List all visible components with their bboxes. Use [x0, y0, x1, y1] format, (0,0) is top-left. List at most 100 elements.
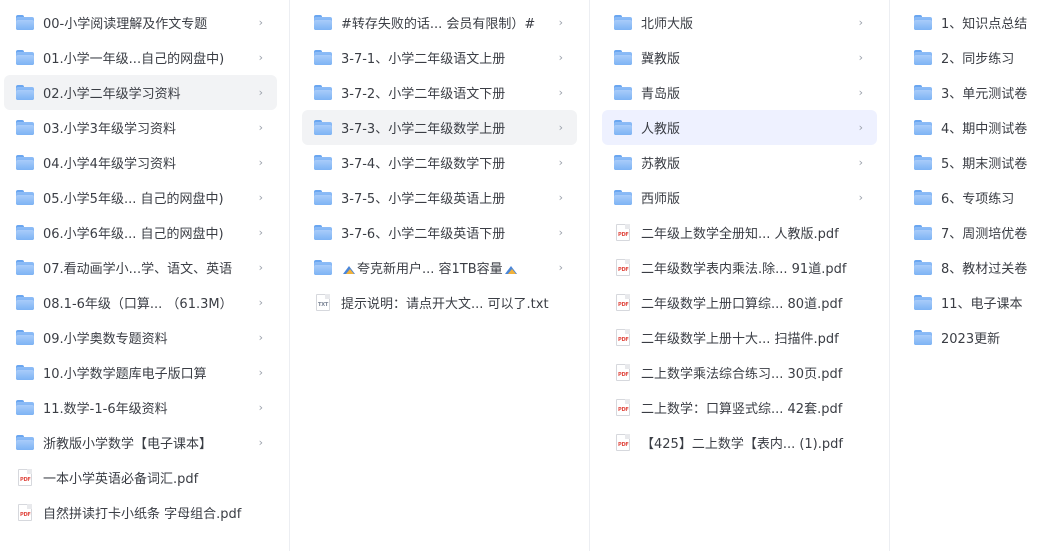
- folder-row[interactable]: 北师大版 ›: [602, 5, 877, 40]
- folder-row[interactable]: 2、同步练习: [902, 40, 1058, 75]
- folder-icon: [16, 365, 34, 380]
- item-name: 3-7-2、小学二年级语文下册: [341, 87, 506, 102]
- folder-row[interactable]: 01.小学一年级...自己的网盘中) ›: [4, 40, 277, 75]
- file-row[interactable]: PDF 二年级上数学全册知... 人教版.pdf: [602, 215, 877, 250]
- folder-icon: [16, 85, 34, 100]
- chevron-right-icon: ›: [258, 121, 263, 134]
- pdf-file-icon: PDF: [616, 434, 630, 451]
- file-row[interactable]: PDF 二上数学：口算竖式综... 42套.pdf: [602, 390, 877, 425]
- folder-row[interactable]: 00-小学阅读理解及作文专题 ›: [4, 5, 277, 40]
- file-row[interactable]: TXT 提示说明：请点开大文... 可以了.txt: [302, 285, 577, 320]
- chevron-right-icon: ›: [858, 156, 863, 169]
- folder-row[interactable]: 苏教版 ›: [602, 145, 877, 180]
- folder-row[interactable]: 1、知识点总结: [902, 5, 1058, 40]
- item-name: 10.小学数学题库电子版口算: [43, 367, 207, 382]
- folder-icon: [314, 190, 332, 205]
- chevron-right-icon: ›: [858, 51, 863, 64]
- item-name: 05.小学5年级... 自己的网盘中): [43, 192, 224, 207]
- folder-icon: [914, 225, 932, 240]
- item-name: 4、期中测试卷: [941, 122, 1028, 137]
- chevron-right-icon: ›: [558, 156, 563, 169]
- file-row[interactable]: PDF 二年级数学上册十大... 扫描件.pdf: [602, 320, 877, 355]
- item-name: 二年级数学上册十大... 扫描件.pdf: [641, 332, 839, 347]
- item-name: 夸克新用户... 容1TB容量: [341, 258, 555, 277]
- item-name: 3-7-1、小学二年级语文上册: [341, 52, 506, 67]
- folder-row[interactable]: 浙教版小学数学【电子课本】 ›: [4, 425, 277, 460]
- chevron-right-icon: ›: [858, 16, 863, 29]
- chevron-right-icon: ›: [558, 86, 563, 99]
- pdf-file-icon: PDF: [18, 469, 32, 486]
- folder-row[interactable]: 西师版 ›: [602, 180, 877, 215]
- folder-row[interactable]: 11.数学-1-6年级资料 ›: [4, 390, 277, 425]
- folder-row[interactable]: 3、单元测试卷: [902, 75, 1058, 110]
- folder-row[interactable]: 04.小学4年级学习资料 ›: [4, 145, 277, 180]
- item-name: 3-7-6、小学二年级英语下册: [341, 227, 506, 242]
- item-name: 2023更新: [941, 332, 1001, 347]
- item-name: #转存失败的话... 会员有限制）#: [341, 17, 536, 32]
- folder-row[interactable]: 3-7-3、小学二年级数学上册 ›: [302, 110, 577, 145]
- item-name: 北师大版: [641, 17, 694, 32]
- folder-row[interactable]: 09.小学奥数专题资料 ›: [4, 320, 277, 355]
- chevron-right-icon: ›: [558, 16, 563, 29]
- folder-icon: [314, 85, 332, 100]
- folder-row[interactable]: 02.小学二年级学习资料 ›: [4, 75, 277, 110]
- folder-row[interactable]: 8、教材过关卷: [902, 250, 1058, 285]
- folder-row[interactable]: 青岛版 ›: [602, 75, 877, 110]
- folder-row[interactable]: 3-7-2、小学二年级语文下册 ›: [302, 75, 577, 110]
- file-row[interactable]: PDF 二上数学乘法综合练习... 30页.pdf: [602, 355, 877, 390]
- column-4: 1、知识点总结 2、同步练习 3、单元测试卷 4、期中测试卷 5、期末测试卷 6、专项练习…: [890, 0, 1058, 551]
- folder-icon: [914, 120, 932, 135]
- folder-row[interactable]: 10.小学数学题库电子版口算 ›: [4, 355, 277, 390]
- item-name: 自然拼读打卡小纸条 字母组合.pdf: [43, 507, 242, 522]
- folder-row[interactable]: 03.小学3年级学习资料 ›: [4, 110, 277, 145]
- folder-row[interactable]: 3-7-5、小学二年级英语上册 ›: [302, 180, 577, 215]
- file-row[interactable]: PDF 自然拼读打卡小纸条 字母组合.pdf: [4, 495, 277, 530]
- folder-row[interactable]: 2023更新: [902, 320, 1058, 355]
- folder-row[interactable]: 4、期中测试卷: [902, 110, 1058, 145]
- file-row[interactable]: PDF 一本小学英语必备词汇.pdf: [4, 460, 277, 495]
- folder-icon: [314, 120, 332, 135]
- pdf-file-icon: PDF: [616, 224, 630, 241]
- folder-icon: [314, 15, 332, 30]
- item-name: 11、电子课本: [941, 297, 1023, 312]
- folder-row[interactable]: 05.小学5年级... 自己的网盘中) ›: [4, 180, 277, 215]
- item-name: 6、专项练习: [941, 192, 1015, 207]
- folder-row[interactable]: 3-7-6、小学二年级英语下册 ›: [302, 215, 577, 250]
- folder-row[interactable]: 11、电子课本: [902, 285, 1058, 320]
- folder-row[interactable]: 08.1-6年级（口算... （61.3M） ›: [4, 285, 277, 320]
- folder-row[interactable]: 5、期末测试卷: [902, 145, 1058, 180]
- folder-icon: [914, 50, 932, 65]
- file-row[interactable]: PDF 二年级数学表内乘法.除... 91道.pdf: [602, 250, 877, 285]
- folder-icon: [314, 50, 332, 65]
- column-2: #转存失败的话... 会员有限制）# › 3-7-1、小学二年级语文上册 › 3-7-2…: [290, 0, 590, 551]
- folder-row[interactable]: 冀教版 ›: [602, 40, 877, 75]
- folder-row[interactable]: #转存失败的话... 会员有限制）# ›: [302, 5, 577, 40]
- item-name: 3、单元测试卷: [941, 87, 1028, 102]
- folder-icon: [16, 330, 34, 345]
- item-name: 07.看动画学小...学、语文、英语: [43, 262, 233, 277]
- folder-row[interactable]: 6、专项练习: [902, 180, 1058, 215]
- folder-icon: [16, 155, 34, 170]
- column-1: 00-小学阅读理解及作文专题 › 01.小学一年级...自己的网盘中) › 02.小学二…: [0, 0, 290, 551]
- folder-row[interactable]: 夸克新用户... 容1TB容量 ›: [302, 250, 577, 285]
- folder-row[interactable]: 06.小学6年级... 自己的网盘中) ›: [4, 215, 277, 250]
- item-name: 00-小学阅读理解及作文专题: [43, 17, 208, 32]
- folder-row[interactable]: 7、周测培优卷: [902, 215, 1058, 250]
- folder-icon: [914, 330, 932, 345]
- file-row[interactable]: PDF 二年级数学上册口算综... 80道.pdf: [602, 285, 877, 320]
- folder-row[interactable]: 3-7-4、小学二年级数学下册 ›: [302, 145, 577, 180]
- chevron-right-icon: ›: [858, 191, 863, 204]
- folder-icon: [914, 155, 932, 170]
- chevron-right-icon: ›: [258, 331, 263, 344]
- file-row[interactable]: PDF 【425】二上数学【表内... (1).pdf: [602, 425, 877, 460]
- pdf-file-icon: PDF: [616, 259, 630, 276]
- folder-row[interactable]: 07.看动画学小...学、语文、英语 ›: [4, 250, 277, 285]
- item-name: 01.小学一年级...自己的网盘中): [43, 52, 225, 67]
- chevron-right-icon: ›: [558, 226, 563, 239]
- folder-icon: [314, 225, 332, 240]
- folder-row[interactable]: 3-7-1、小学二年级语文上册 ›: [302, 40, 577, 75]
- folder-icon: [314, 260, 332, 275]
- folder-row[interactable]: 人教版 ›: [602, 110, 877, 145]
- chevron-right-icon: ›: [558, 261, 563, 274]
- folder-icon: [914, 85, 932, 100]
